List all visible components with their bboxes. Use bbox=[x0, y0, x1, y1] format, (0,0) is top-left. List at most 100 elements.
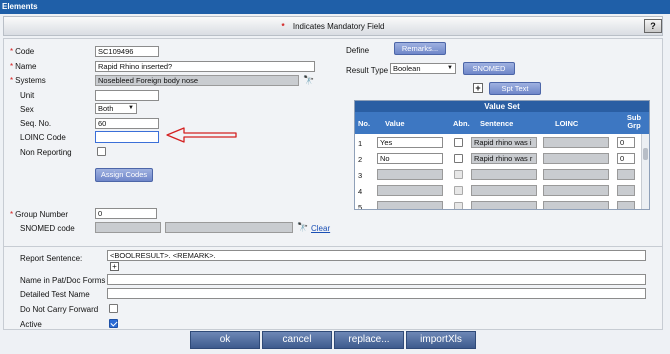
assign-codes-button[interactable]: Assign Codes bbox=[95, 168, 153, 182]
name-in-forms-label: Name in Pat/Doc Forms bbox=[20, 276, 106, 285]
value-input[interactable]: Yes bbox=[377, 137, 443, 148]
value-set-title: Value Set bbox=[355, 101, 649, 112]
annotation-arrow-icon bbox=[166, 127, 237, 143]
subgrp-input[interactable]: 0 bbox=[617, 153, 635, 164]
value-set-row: 3 bbox=[355, 167, 643, 183]
snomed-code-input[interactable] bbox=[95, 222, 161, 233]
help-button[interactable]: ? bbox=[644, 19, 662, 33]
snomed-description-input[interactable] bbox=[165, 222, 293, 233]
ok-button[interactable]: ok bbox=[190, 331, 260, 349]
value-input[interactable] bbox=[377, 185, 443, 196]
spt-text-button[interactable]: Spt Text bbox=[489, 82, 541, 95]
subgrp-input[interactable] bbox=[617, 185, 635, 196]
value-set-grid: Value Set No. Value Abn. Sentence LOINC … bbox=[354, 100, 650, 210]
abnormal-checkbox[interactable] bbox=[454, 154, 463, 163]
loinc-code-label: LOINC Code bbox=[20, 133, 66, 142]
row-number: 3 bbox=[358, 171, 363, 180]
loinc-input[interactable] bbox=[543, 201, 609, 209]
replace-button[interactable]: replace... bbox=[334, 331, 404, 349]
subgrp-input[interactable]: 0 bbox=[617, 137, 635, 148]
systems-input[interactable]: Nosebleed Foreign body nose bbox=[95, 75, 299, 86]
define-label: Define bbox=[346, 46, 370, 55]
value-input[interactable] bbox=[377, 201, 443, 209]
name-input[interactable]: Rapid Rhino inserted? bbox=[95, 61, 315, 72]
row-number: 2 bbox=[358, 155, 363, 164]
scrollbar-thumb[interactable] bbox=[643, 148, 648, 160]
chevron-down-icon: ▼ bbox=[128, 105, 134, 111]
chevron-down-icon: ▼ bbox=[447, 65, 453, 71]
remarks-button[interactable]: Remarks... bbox=[394, 42, 446, 55]
sex-label: Sex bbox=[20, 105, 34, 114]
subgrp-input[interactable] bbox=[617, 169, 635, 180]
group-number-input[interactable]: 0 bbox=[95, 208, 157, 219]
systems-label: * Systems bbox=[10, 76, 46, 85]
abnormal-checkbox[interactable] bbox=[454, 186, 463, 195]
snomed-button[interactable]: SNOMED bbox=[463, 62, 515, 75]
clear-link[interactable]: Clear bbox=[311, 224, 330, 233]
value-set-row: 5 bbox=[355, 199, 643, 210]
col-abn: Abn. bbox=[453, 119, 470, 128]
report-sentence-input[interactable]: <BOOLRESULT>. <REMARK>. bbox=[107, 250, 646, 261]
active-label: Active bbox=[20, 320, 42, 329]
sentence-input[interactable]: Rapid rhino was i bbox=[471, 137, 537, 148]
value-set-scrollbar[interactable] bbox=[641, 134, 649, 209]
add-value-plus-icon[interactable]: + bbox=[473, 83, 483, 93]
active-checkbox[interactable] bbox=[109, 319, 118, 328]
do-not-carry-forward-checkbox[interactable] bbox=[109, 304, 118, 313]
value-set-row: 4 bbox=[355, 183, 643, 199]
sentence-input[interactable] bbox=[471, 169, 537, 180]
result-type-value: Boolean bbox=[393, 64, 421, 73]
row-number: 1 bbox=[358, 139, 363, 148]
abnormal-checkbox[interactable] bbox=[454, 202, 463, 209]
mandatory-text: Indicates Mandatory Field bbox=[292, 22, 385, 31]
do-not-carry-forward-label: Do Not Carry Forward bbox=[20, 305, 99, 314]
window-title: Elements bbox=[0, 0, 670, 14]
value-input[interactable]: No bbox=[377, 153, 443, 164]
abnormal-checkbox[interactable] bbox=[454, 170, 463, 179]
code-input[interactable]: SC109496 bbox=[95, 46, 159, 57]
loinc-input[interactable] bbox=[543, 153, 609, 164]
detailed-test-name-input[interactable] bbox=[107, 288, 646, 299]
unit-input[interactable] bbox=[95, 90, 159, 101]
value-input[interactable] bbox=[377, 169, 443, 180]
systems-lookup-binoculars-icon[interactable]: 🔭 bbox=[303, 76, 314, 85]
loinc-input[interactable] bbox=[543, 137, 609, 148]
seq-no-label: Seq. No. bbox=[20, 119, 52, 128]
mandatory-star: * bbox=[281, 22, 285, 31]
loinc-input[interactable] bbox=[543, 169, 609, 180]
subgrp-input[interactable] bbox=[617, 201, 635, 209]
result-type-label: Result Type bbox=[346, 66, 389, 75]
sentence-input[interactable] bbox=[471, 201, 537, 209]
sentence-input[interactable]: Rapid rhino was r bbox=[471, 153, 537, 164]
sentence-input[interactable] bbox=[471, 185, 537, 196]
cancel-button[interactable]: cancel bbox=[262, 331, 332, 349]
loinc-code-input[interactable] bbox=[95, 131, 159, 143]
group-number-label: * Group Number bbox=[10, 210, 69, 219]
sex-select[interactable]: Both ▼ bbox=[95, 103, 137, 114]
snomed-lookup-binoculars-icon[interactable]: 🔭 bbox=[297, 223, 308, 232]
col-loinc: LOINC bbox=[555, 119, 579, 128]
non-reporting-label: Non Reporting bbox=[20, 148, 72, 157]
col-no: No. bbox=[358, 119, 371, 128]
code-label: * Code bbox=[10, 47, 35, 56]
loinc-input[interactable] bbox=[543, 185, 609, 196]
value-set-row: 2 No Rapid rhino was r 0 bbox=[355, 151, 643, 167]
col-sentence: Sentence bbox=[480, 119, 514, 128]
name-label: * Name bbox=[10, 62, 37, 71]
non-reporting-checkbox[interactable] bbox=[97, 147, 106, 156]
report-sentence-plus-icon[interactable]: + bbox=[110, 262, 119, 271]
section-divider bbox=[3, 246, 663, 247]
row-number: 4 bbox=[358, 187, 363, 196]
sex-select-value: Both bbox=[98, 104, 114, 113]
report-sentence-label: Report Sentence: bbox=[20, 254, 83, 263]
name-in-forms-input[interactable] bbox=[107, 274, 646, 285]
value-set-row: 1 Yes Rapid rhino was i 0 bbox=[355, 135, 643, 151]
row-number: 5 bbox=[358, 203, 363, 210]
abnormal-checkbox[interactable] bbox=[454, 138, 463, 147]
mandatory-field-bar: * Indicates Mandatory Field bbox=[3, 16, 663, 36]
import-xls-button[interactable]: importXls bbox=[406, 331, 476, 349]
col-value: Value bbox=[385, 119, 405, 128]
result-type-select[interactable]: Boolean ▼ bbox=[390, 63, 456, 74]
detailed-test-name-label: Detailed Test Name bbox=[20, 290, 90, 299]
seq-no-input[interactable]: 60 bbox=[95, 118, 159, 129]
